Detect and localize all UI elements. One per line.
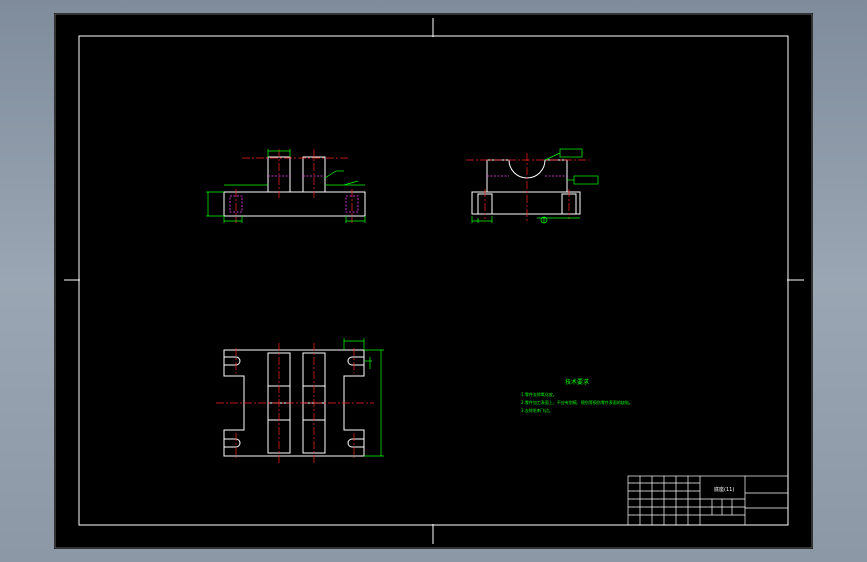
side-view [466,148,599,224]
cad-drawing: 技术要求 1.零件去除氧化皮。 2.零件加工表面上，不应有划痕、擦伤等损伤零件表… [54,13,813,549]
front-view [206,149,366,223]
technical-requirement-item: 1.零件去除氧化皮。 [521,391,557,397]
title-block: 底座(11) [627,475,789,526]
technical-requirements-title: 技术要求 [565,378,589,386]
part-name: 底座(11) [714,486,734,493]
technical-requirement-item: 2.零件加工表面上，不应有划痕、擦伤等损伤零件表面的缺陷。 [521,399,633,405]
drawing-sheet: 技术要求 1.零件去除氧化皮。 2.零件加工表面上，不应有划痕、擦伤等损伤零件表… [54,13,813,549]
technical-requirement-item: 3.去除毛刺飞边。 [521,407,553,413]
border-frame [54,13,813,549]
top-view [216,338,384,463]
technical-requirements: 技术要求 1.零件去除氧化皮。 2.零件加工表面上，不应有划痕、擦伤等损伤零件表… [521,378,633,413]
